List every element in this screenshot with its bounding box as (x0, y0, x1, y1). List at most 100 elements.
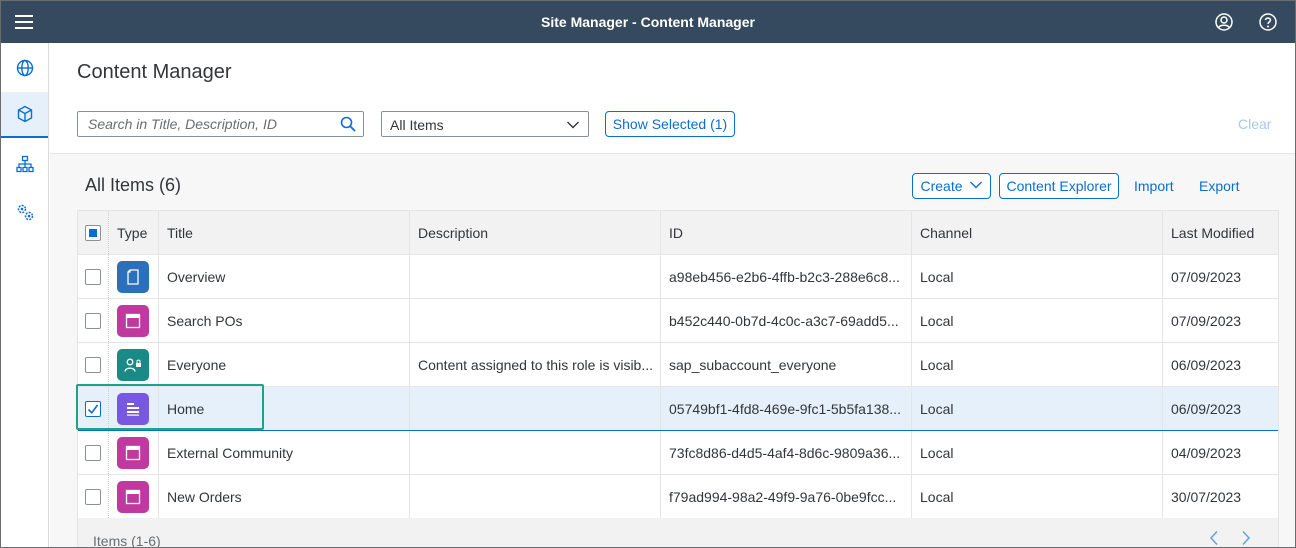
title-cell: Home (159, 387, 410, 430)
title-cell: Everyone (159, 343, 410, 386)
type-cell (109, 431, 159, 474)
row-checkbox[interactable] (85, 444, 101, 461)
description-cell: Content assigned to this role is visib..… (410, 343, 661, 386)
row-checkbox-cell (78, 255, 109, 298)
role-icon (117, 348, 149, 381)
description-cell (410, 431, 661, 474)
create-button[interactable]: Create (912, 173, 991, 199)
settings-icon[interactable] (1, 189, 48, 235)
column-header-title[interactable]: Title (159, 211, 410, 254)
row-checkbox[interactable] (85, 400, 101, 417)
shell-title: Site Manager - Content Manager (541, 14, 755, 30)
search-icon[interactable] (339, 115, 357, 133)
chevron-left-icon[interactable] (1206, 530, 1222, 546)
item-filter-select[interactable]: All Items (381, 111, 589, 137)
page-title: Content Manager (77, 61, 232, 83)
item-filter-value: All Items (390, 117, 444, 133)
clear-link[interactable]: Clear (1238, 116, 1271, 132)
type-cell (109, 343, 159, 386)
id-cell: a98eb456-e2b6-4ffb-b2c3-288e6c8... (661, 255, 912, 298)
search-field[interactable] (77, 111, 364, 137)
type-cell (109, 299, 159, 342)
app-icon (117, 304, 149, 337)
channel-cell: Local (912, 431, 1163, 474)
row-checkbox-cell (78, 343, 109, 386)
channel-cell: Local (912, 387, 1163, 430)
id-cell: f79ad994-98a2-49f9-9a76-0be9fcc... (661, 475, 912, 518)
last-modified-cell: 06/09/2023 (1171, 400, 1242, 417)
side-navigation (1, 43, 49, 547)
row-checkbox-cell (78, 299, 109, 342)
last-modified-cell: 30/07/2023 (1171, 488, 1242, 505)
row-checkbox-cell (78, 387, 109, 430)
user-icon[interactable] (1213, 11, 1235, 33)
last-modified-cell: 04/09/2023 (1171, 444, 1242, 461)
column-header-description[interactable]: Description (410, 211, 661, 254)
help-icon[interactable] (1257, 11, 1279, 33)
menu-icon[interactable] (11, 9, 37, 35)
last-modified-cell: 07/09/2023 (1171, 268, 1242, 285)
description-cell (410, 387, 661, 430)
channel-cell: Local (912, 475, 1163, 518)
channel-cell: Local (912, 255, 1163, 298)
column-header-channel[interactable]: Channel (912, 211, 1163, 254)
create-label: Create (920, 178, 963, 194)
table-row[interactable]: External Community 73fc8d86-d4d5-4af4-8d… (78, 431, 1278, 475)
globe-icon[interactable] (1, 45, 48, 91)
app-icon (117, 480, 149, 513)
cube-icon[interactable] (1, 92, 48, 138)
row-checkbox-cell (78, 431, 109, 474)
description-cell (410, 255, 661, 298)
select-all-cell (78, 211, 109, 254)
type-cell (109, 387, 159, 430)
row-checkbox[interactable] (85, 356, 101, 373)
table-row[interactable]: Overview a98eb456-e2b6-4ffb-b2c3-288e6c8… (78, 255, 1278, 299)
id-cell: sap_subaccount_everyone (661, 343, 912, 386)
space-icon (117, 392, 149, 425)
content-explorer-button[interactable]: Content Explorer (999, 173, 1119, 199)
channel-cell: Local (912, 343, 1163, 386)
table-row[interactable]: New Orders f79ad994-98a2-49f9-9a76-0be9f… (78, 475, 1278, 519)
last-modified-cell: 06/09/2023 (1171, 356, 1242, 373)
description-cell (410, 475, 661, 518)
main-content: Content Manager All Items Show Selected … (50, 43, 1295, 548)
table-header-row: Type Title Description ID Channel Last M… (78, 211, 1278, 255)
row-checkbox[interactable] (85, 488, 101, 505)
items-count: Items (1-6) (93, 533, 161, 548)
title-cell: External Community (159, 431, 410, 474)
table-row-selected[interactable]: Home 05749bf1-4fd8-469e-9fc1-5b5fa138...… (78, 387, 1278, 431)
select-all-checkbox[interactable] (85, 224, 101, 241)
chevron-down-icon (969, 178, 983, 194)
column-header-last-modified[interactable]: Last Modified (1163, 211, 1279, 254)
title-cell: Overview (159, 255, 410, 298)
search-input[interactable] (78, 112, 333, 136)
hierarchy-icon[interactable] (1, 141, 48, 187)
row-checkbox[interactable] (85, 312, 101, 329)
row-checkbox-cell (78, 475, 109, 518)
id-cell: 73fc8d86-d4d5-4af4-8d6c-9809a36... (661, 431, 912, 474)
chevron-down-icon (566, 118, 580, 136)
table-footer: Items (1-6) (77, 518, 1279, 548)
table-row[interactable]: Everyone Content assigned to this role i… (78, 343, 1278, 387)
column-header-type[interactable]: Type (109, 211, 159, 254)
table-row[interactable]: Search POs b452c440-0b7d-4c0c-a3c7-69add… (78, 299, 1278, 343)
content-table: Type Title Description ID Channel Last M… (77, 210, 1279, 520)
chevron-right-icon[interactable] (1238, 530, 1254, 546)
title-cell: New Orders (159, 475, 410, 518)
channel-cell: Local (912, 299, 1163, 342)
type-cell (109, 475, 159, 518)
column-header-id[interactable]: ID (661, 211, 912, 254)
shell-bar: Site Manager - Content Manager (1, 1, 1295, 43)
type-cell (109, 255, 159, 298)
app-icon (117, 436, 149, 469)
app-window: Site Manager - Content Manager Content M… (0, 0, 1296, 548)
row-checkbox[interactable] (85, 268, 101, 285)
show-selected-button[interactable]: Show Selected (1) (605, 111, 735, 137)
description-cell (410, 299, 661, 342)
table-heading: All Items (6) (85, 175, 182, 195)
export-button[interactable]: Export (1199, 178, 1239, 194)
title-cell: Search POs (159, 299, 410, 342)
import-button[interactable]: Import (1134, 178, 1174, 194)
id-cell: 05749bf1-4fd8-469e-9fc1-5b5fa138... (661, 387, 912, 430)
id-cell: b452c440-0b7d-4c0c-a3c7-69add5... (661, 299, 912, 342)
